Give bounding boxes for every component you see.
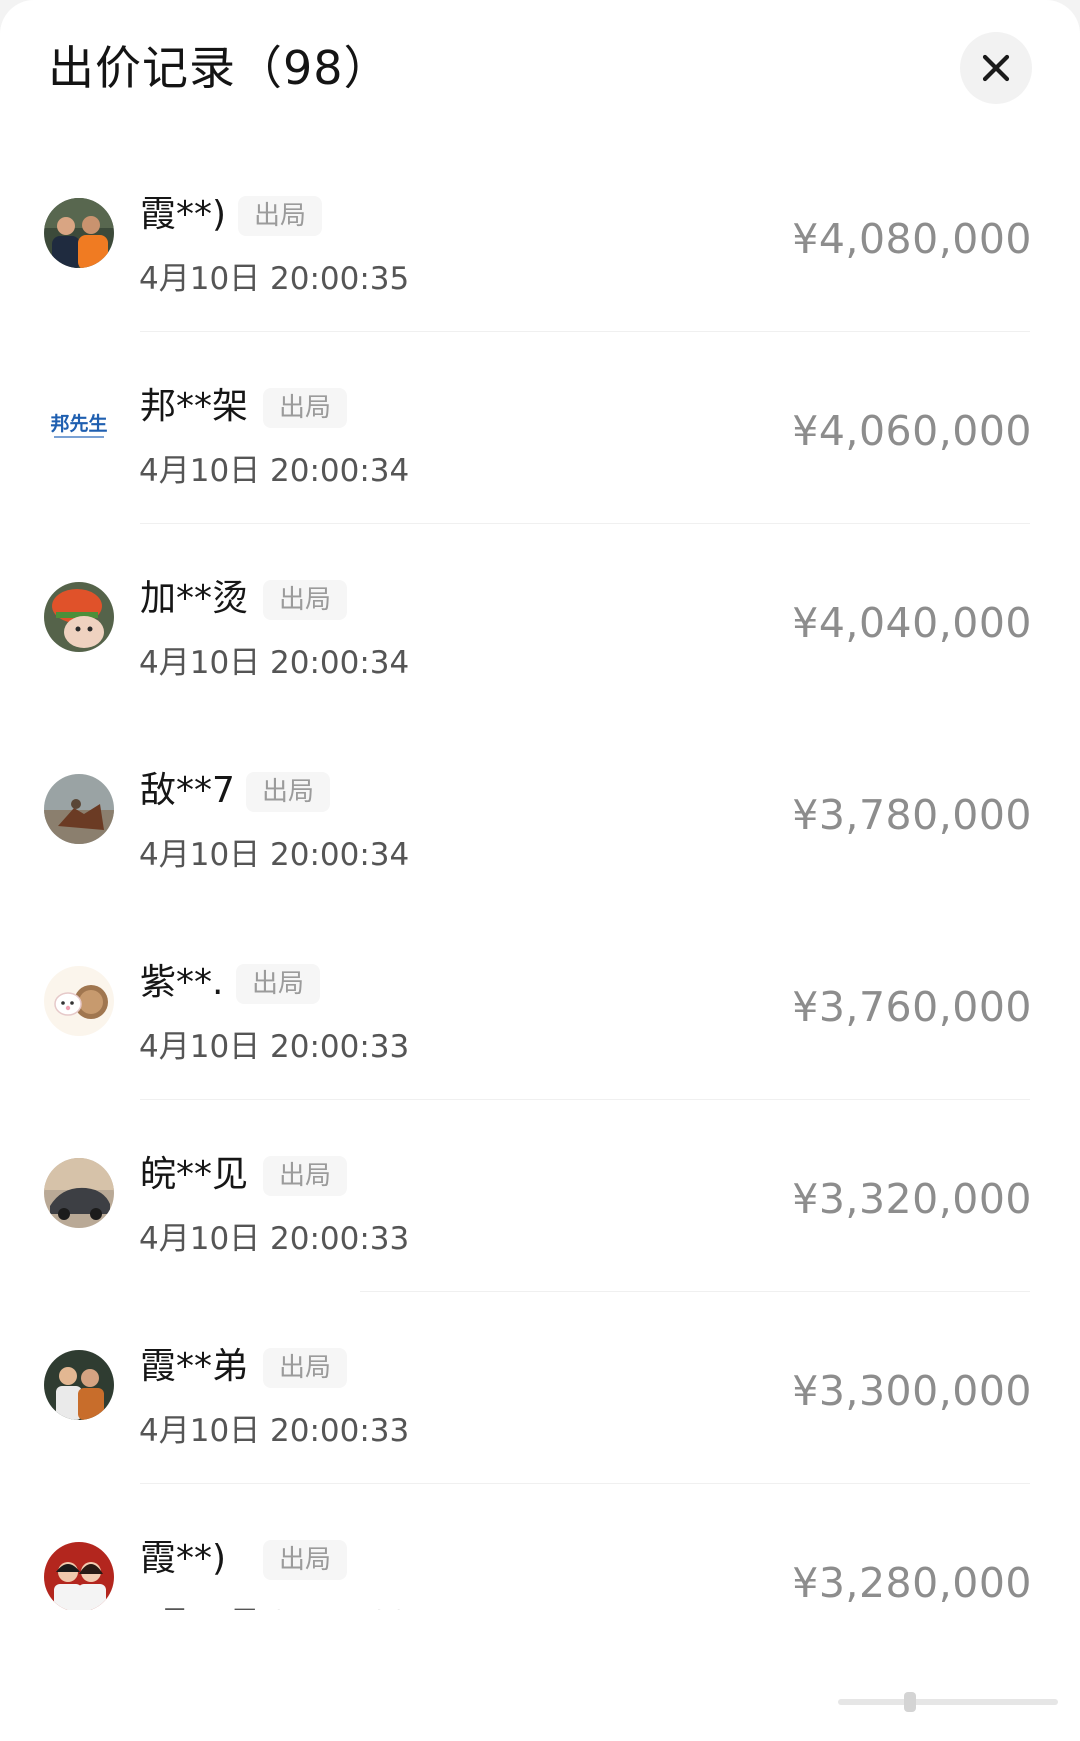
bidder-name: 霞**) xyxy=(140,194,227,235)
status-badge: 出局 xyxy=(238,196,323,236)
bid-time: 4月10日 20:00:33 xyxy=(139,1029,410,1065)
bid-row[interactable]: 霞**弟 出局 4月10日 20:00:33 ¥3,300,000 xyxy=(0,1292,1080,1484)
bid-row[interactable]: 紫**. 出局 4月10日 20:00:33 ¥3,760,000 xyxy=(0,908,1080,1100)
close-button[interactable] xyxy=(960,32,1032,104)
avatar xyxy=(44,966,114,1036)
bid-price: ¥4,040,000 xyxy=(792,599,1032,647)
bidder-name: 邦**架 xyxy=(140,386,249,427)
avatar xyxy=(44,1158,114,1228)
bid-row[interactable]: 邦先生 邦**架 出局 4月10日 20:00:34 ¥4,060,000 xyxy=(0,332,1080,524)
bidder-name: 霞**弟 xyxy=(140,1346,249,1387)
bid-price: ¥4,080,000 xyxy=(792,215,1032,263)
bid-price: ¥3,300,000 xyxy=(792,1367,1032,1415)
status-badge: 出局 xyxy=(263,1348,348,1388)
avatar xyxy=(44,1350,114,1420)
sheet-header: 出价记录（98） xyxy=(0,0,1080,140)
bid-price: ¥3,780,000 xyxy=(792,791,1032,839)
bidder-name: 霞**) xyxy=(140,1538,227,1579)
bid-price: ¥3,760,000 xyxy=(792,983,1032,1031)
bid-row[interactable]: 敌**7 出局 4月10日 20:00:34 ¥3,780,000 xyxy=(0,716,1080,908)
status-badge: 出局 xyxy=(263,1540,348,1580)
bid-row[interactable]: 加**烫 出局 4月10日 20:00:34 ¥4,040,000 xyxy=(0,524,1080,716)
bid-list[interactable]: 霞**) 出局 4月10日 20:00:35 ¥4,080,000 邦先生 邦*… xyxy=(0,140,1080,1610)
bid-time: 4月10日 20:00:33 xyxy=(139,1602,409,1610)
avatar-logo-text: 邦先生 xyxy=(50,412,107,435)
status-badge: 出局 xyxy=(236,964,321,1004)
bid-row[interactable]: 霞**) 出局 4月10日 20:00:35 ¥4,080,000 xyxy=(0,140,1080,332)
bid-price: ¥3,280,000 xyxy=(792,1559,1032,1607)
status-badge: 出局 xyxy=(246,772,331,812)
avatar xyxy=(44,582,114,652)
bid-time: 4月10日 20:00:34 xyxy=(139,837,410,873)
bid-price: ¥4,060,000 xyxy=(792,407,1032,455)
bidder-name: 加**烫 xyxy=(140,578,249,619)
close-icon xyxy=(982,54,1010,82)
page-title: 出价记录（98） xyxy=(48,41,391,95)
avatar xyxy=(44,1542,114,1610)
avatar xyxy=(44,198,114,268)
avatar xyxy=(44,774,114,844)
status-badge: 出局 xyxy=(263,388,348,428)
bid-row[interactable]: 皖**见 出局 4月10日 20:00:33 ¥3,320,000 xyxy=(0,1100,1080,1292)
home-indicator xyxy=(838,1690,1058,1714)
bid-time: 4月10日 20:00:34 xyxy=(139,645,410,681)
avatar: 邦先生 xyxy=(44,390,114,460)
bidder-name: 紫**. xyxy=(140,962,224,1003)
bid-time: 4月10日 20:00:35 xyxy=(139,261,410,297)
bid-time: 4月10日 20:00:33 xyxy=(139,1221,410,1257)
status-badge: 出局 xyxy=(263,1156,348,1196)
status-badge: 出局 xyxy=(263,580,348,620)
bidder-name: 皖**见 xyxy=(140,1154,249,1195)
bid-time: 4月10日 20:00:34 xyxy=(139,453,410,489)
bidder-name: 敌**7 xyxy=(140,770,235,811)
bid-history-sheet: 出价记录（98） 霞**) 出局 4月10日 20:00:35 ¥4,080,0… xyxy=(0,0,1080,1741)
bid-time: 4月10日 20:00:33 xyxy=(139,1413,410,1449)
bid-row[interactable]: 霞**) 出局 4月10日 20:00:33 ¥3,280,000 xyxy=(0,1484,1080,1610)
bid-price: ¥3,320,000 xyxy=(792,1175,1032,1223)
